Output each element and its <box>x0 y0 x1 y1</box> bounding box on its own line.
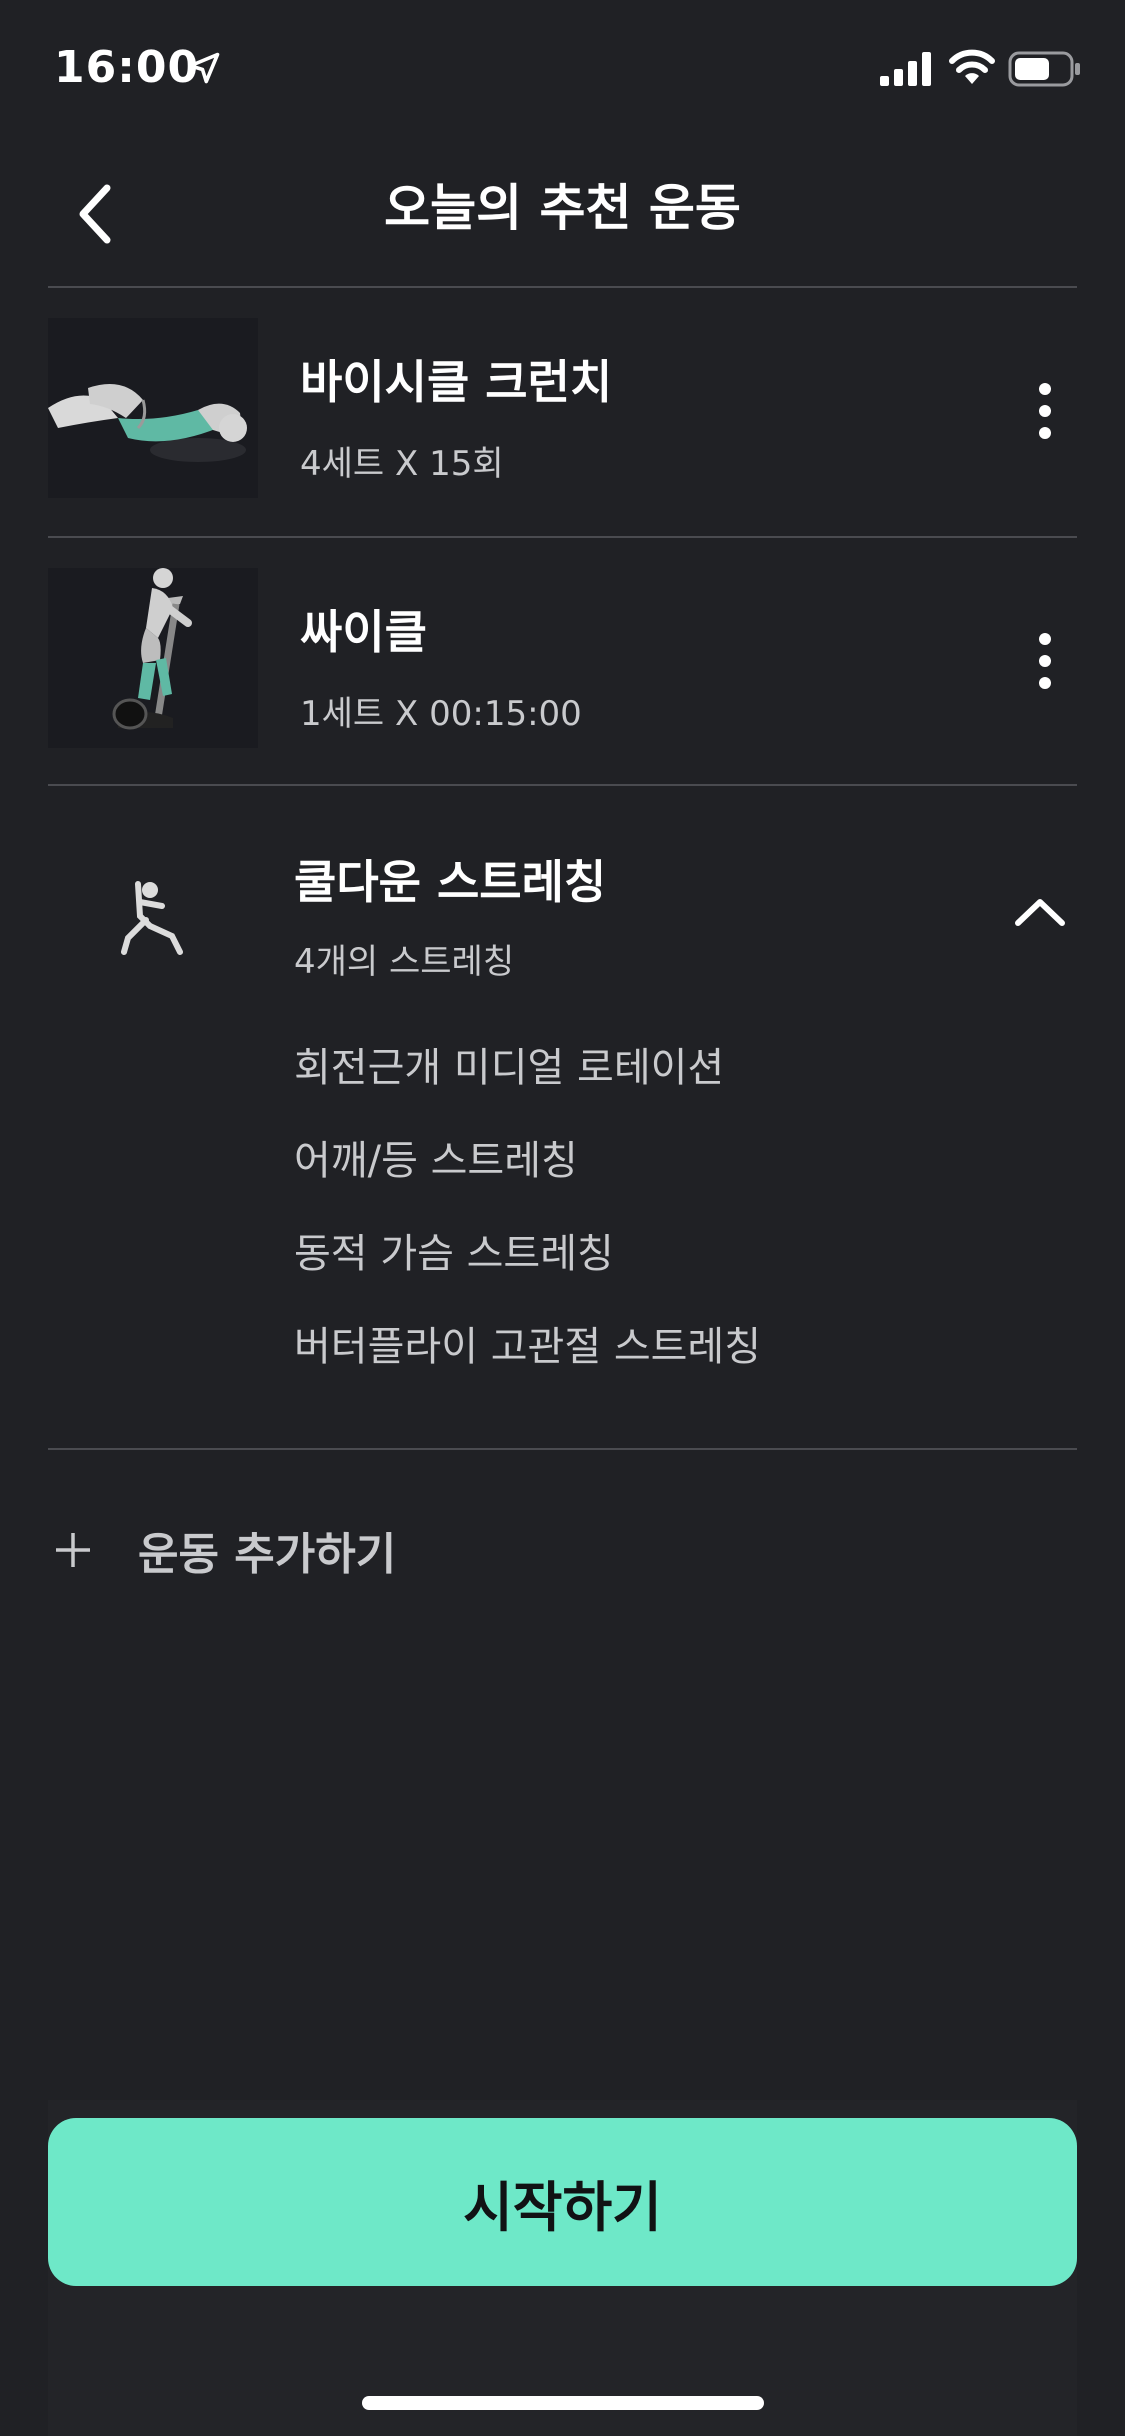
exercise-row-cycle[interactable]: 싸이클 1세트 X 00:15:00 <box>0 538 1125 786</box>
bicycle-crunch-illustration <box>48 318 258 498</box>
cooldown-count: 4개의 스트레칭 <box>294 942 515 982</box>
stretch-list: 회전근개 미디얼 로테이션 어깨/등 스트레칭 동적 가슴 스트레칭 버터플라이… <box>294 1038 761 1410</box>
wifi-icon <box>949 49 995 84</box>
stretch-item[interactable]: 버터플라이 고관절 스트레칭 <box>294 1317 761 1410</box>
cooldown-stretching-group: 쿨다운 스트레칭 4개의 스트레칭 회전근개 미디얼 로테이션 어깨/등 스트레… <box>0 786 1125 1450</box>
more-options-button[interactable] <box>1020 616 1070 706</box>
divider <box>48 1448 1077 1450</box>
exercise-detail: 1세트 X 00:15:00 <box>300 694 582 734</box>
battery-icon <box>1008 51 1080 87</box>
stretch-item[interactable]: 어깨/등 스트레칭 <box>294 1131 761 1224</box>
stretching-person-icon <box>121 881 183 955</box>
add-exercise-button[interactable]: 운동 추가하기 <box>48 1510 648 1590</box>
more-vertical-icon <box>1039 383 1051 439</box>
page-title: 오늘의 추천 운동 <box>384 179 741 237</box>
exercise-name: 싸이클 <box>300 605 427 659</box>
stretch-item[interactable]: 동적 가슴 스트레칭 <box>294 1224 761 1317</box>
exercise-row-bicycle-crunch[interactable]: 바이시클 크런치 4세트 X 15회 <box>0 288 1125 536</box>
start-button[interactable]: 시작하기 <box>48 2118 1077 2286</box>
header: 오늘의 추천 운동 <box>0 140 1125 288</box>
more-vertical-icon <box>1039 633 1051 689</box>
status-time: 16:00 <box>54 42 200 93</box>
plus-icon <box>56 1533 90 1567</box>
add-exercise-label: 운동 추가하기 <box>138 1529 397 1580</box>
cellular-signal-icon <box>880 52 931 86</box>
location-arrow-icon <box>188 52 220 84</box>
exercise-detail: 4세트 X 15회 <box>300 444 504 484</box>
home-indicator[interactable] <box>362 2396 764 2410</box>
status-bar: 16:00 <box>0 0 1125 140</box>
cooldown-title: 쿨다운 스트레칭 <box>294 855 607 909</box>
stretch-item[interactable]: 회전근개 미디얼 로테이션 <box>294 1038 761 1131</box>
stationary-bike-illustration <box>48 568 258 748</box>
exercise-name: 바이시클 크런치 <box>300 355 613 409</box>
chevron-up-icon <box>1015 899 1065 926</box>
collapse-button[interactable] <box>1010 882 1070 942</box>
more-options-button[interactable] <box>1020 366 1070 456</box>
start-button-label: 시작하기 <box>463 2175 662 2239</box>
